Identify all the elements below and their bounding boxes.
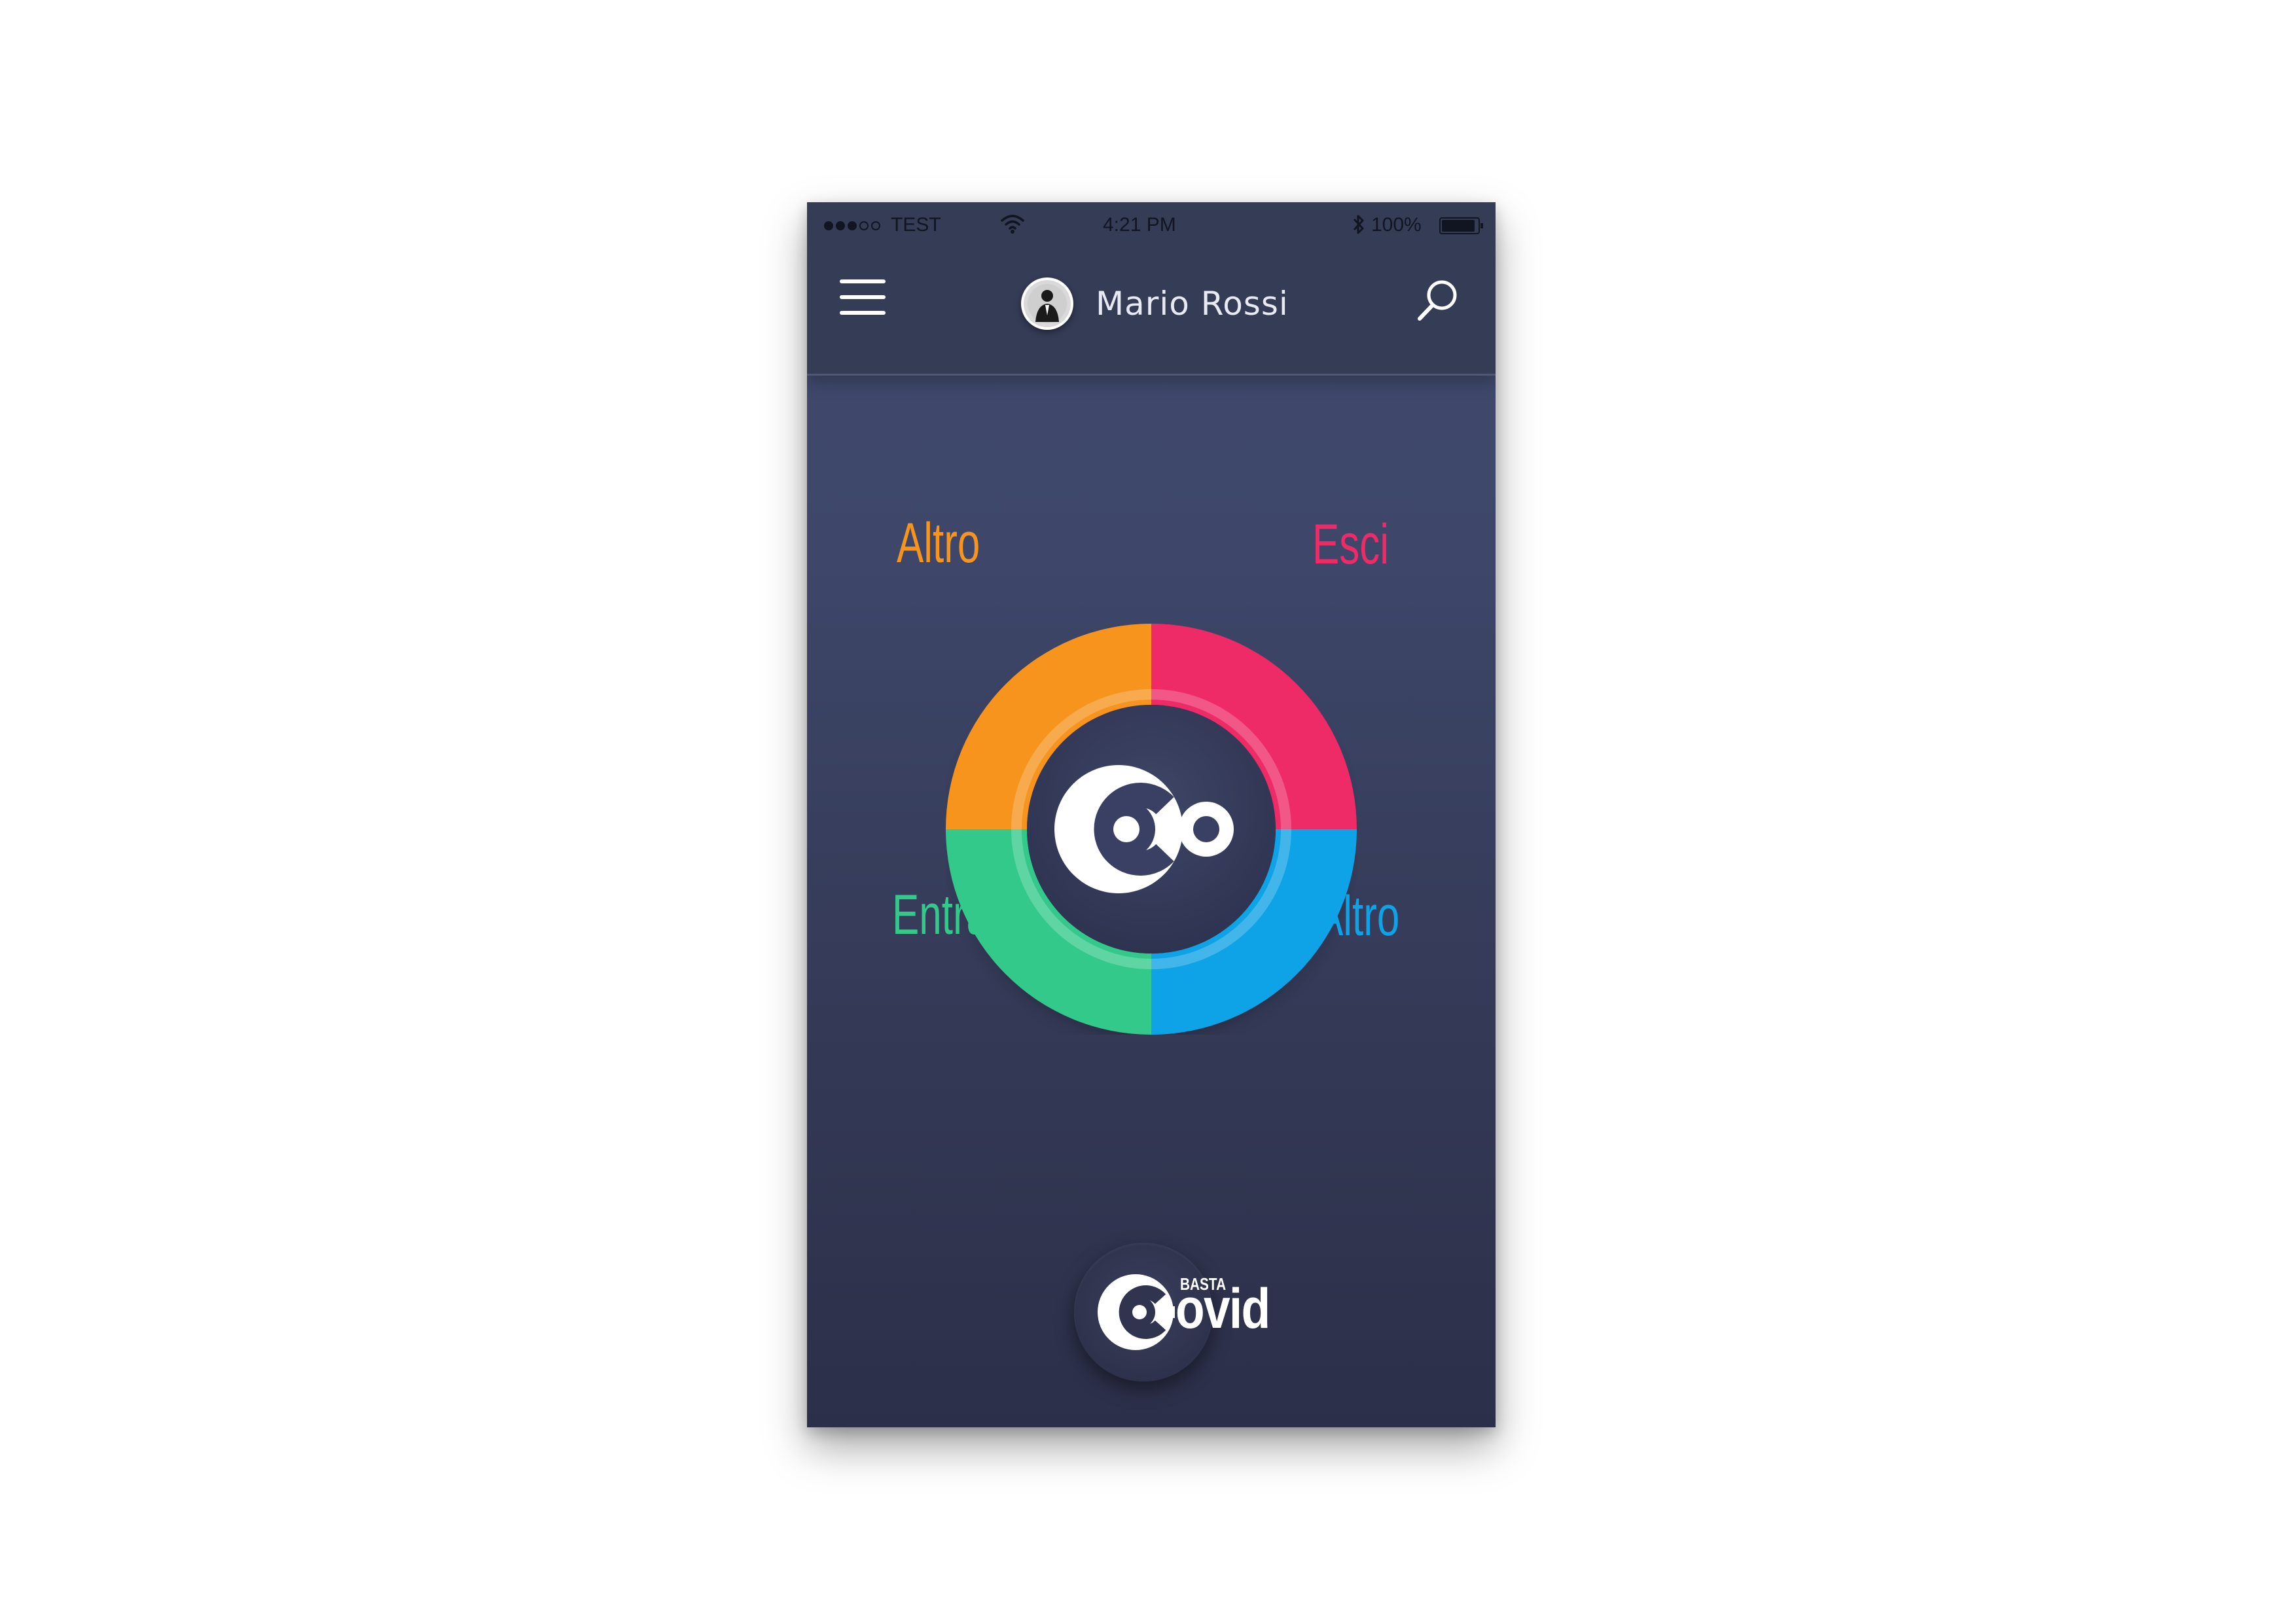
search-button[interactable] xyxy=(1412,274,1464,327)
search-icon xyxy=(1418,280,1457,321)
action-wheel xyxy=(946,624,1357,1036)
top-bar: TEST 4:21 PM 100% Mario Rossi xyxy=(807,202,1496,376)
signal-strength-icon xyxy=(824,214,883,236)
segment-label-altro-top[interactable]: Altro xyxy=(897,511,980,576)
wifi-icon xyxy=(999,213,1026,235)
logo-word: ovid xyxy=(1175,1277,1270,1340)
segment-label-altro-bottom[interactable]: Altro xyxy=(1316,884,1399,949)
bluetooth-icon xyxy=(1352,213,1366,235)
menu-button[interactable] xyxy=(840,279,887,319)
phone-screen: TEST 4:21 PM 100% Mario Rossi Altro Esci… xyxy=(807,202,1496,1427)
clock: 4:21 PM xyxy=(1103,214,1176,236)
segment-label-entra[interactable]: Entra xyxy=(892,883,989,948)
avatar[interactable] xyxy=(1021,277,1073,330)
battery-icon xyxy=(1434,214,1483,236)
user-profile[interactable]: Mario Rossi xyxy=(1021,274,1289,333)
basta-covid-logo[interactable]: BASTA ovid xyxy=(1074,1243,1277,1393)
battery-percent: 100% xyxy=(1371,214,1422,236)
carrier-label: TEST xyxy=(891,214,941,236)
segment-label-esci[interactable]: Esci xyxy=(1312,512,1389,577)
user-name: Mario Rossi xyxy=(1096,285,1289,323)
